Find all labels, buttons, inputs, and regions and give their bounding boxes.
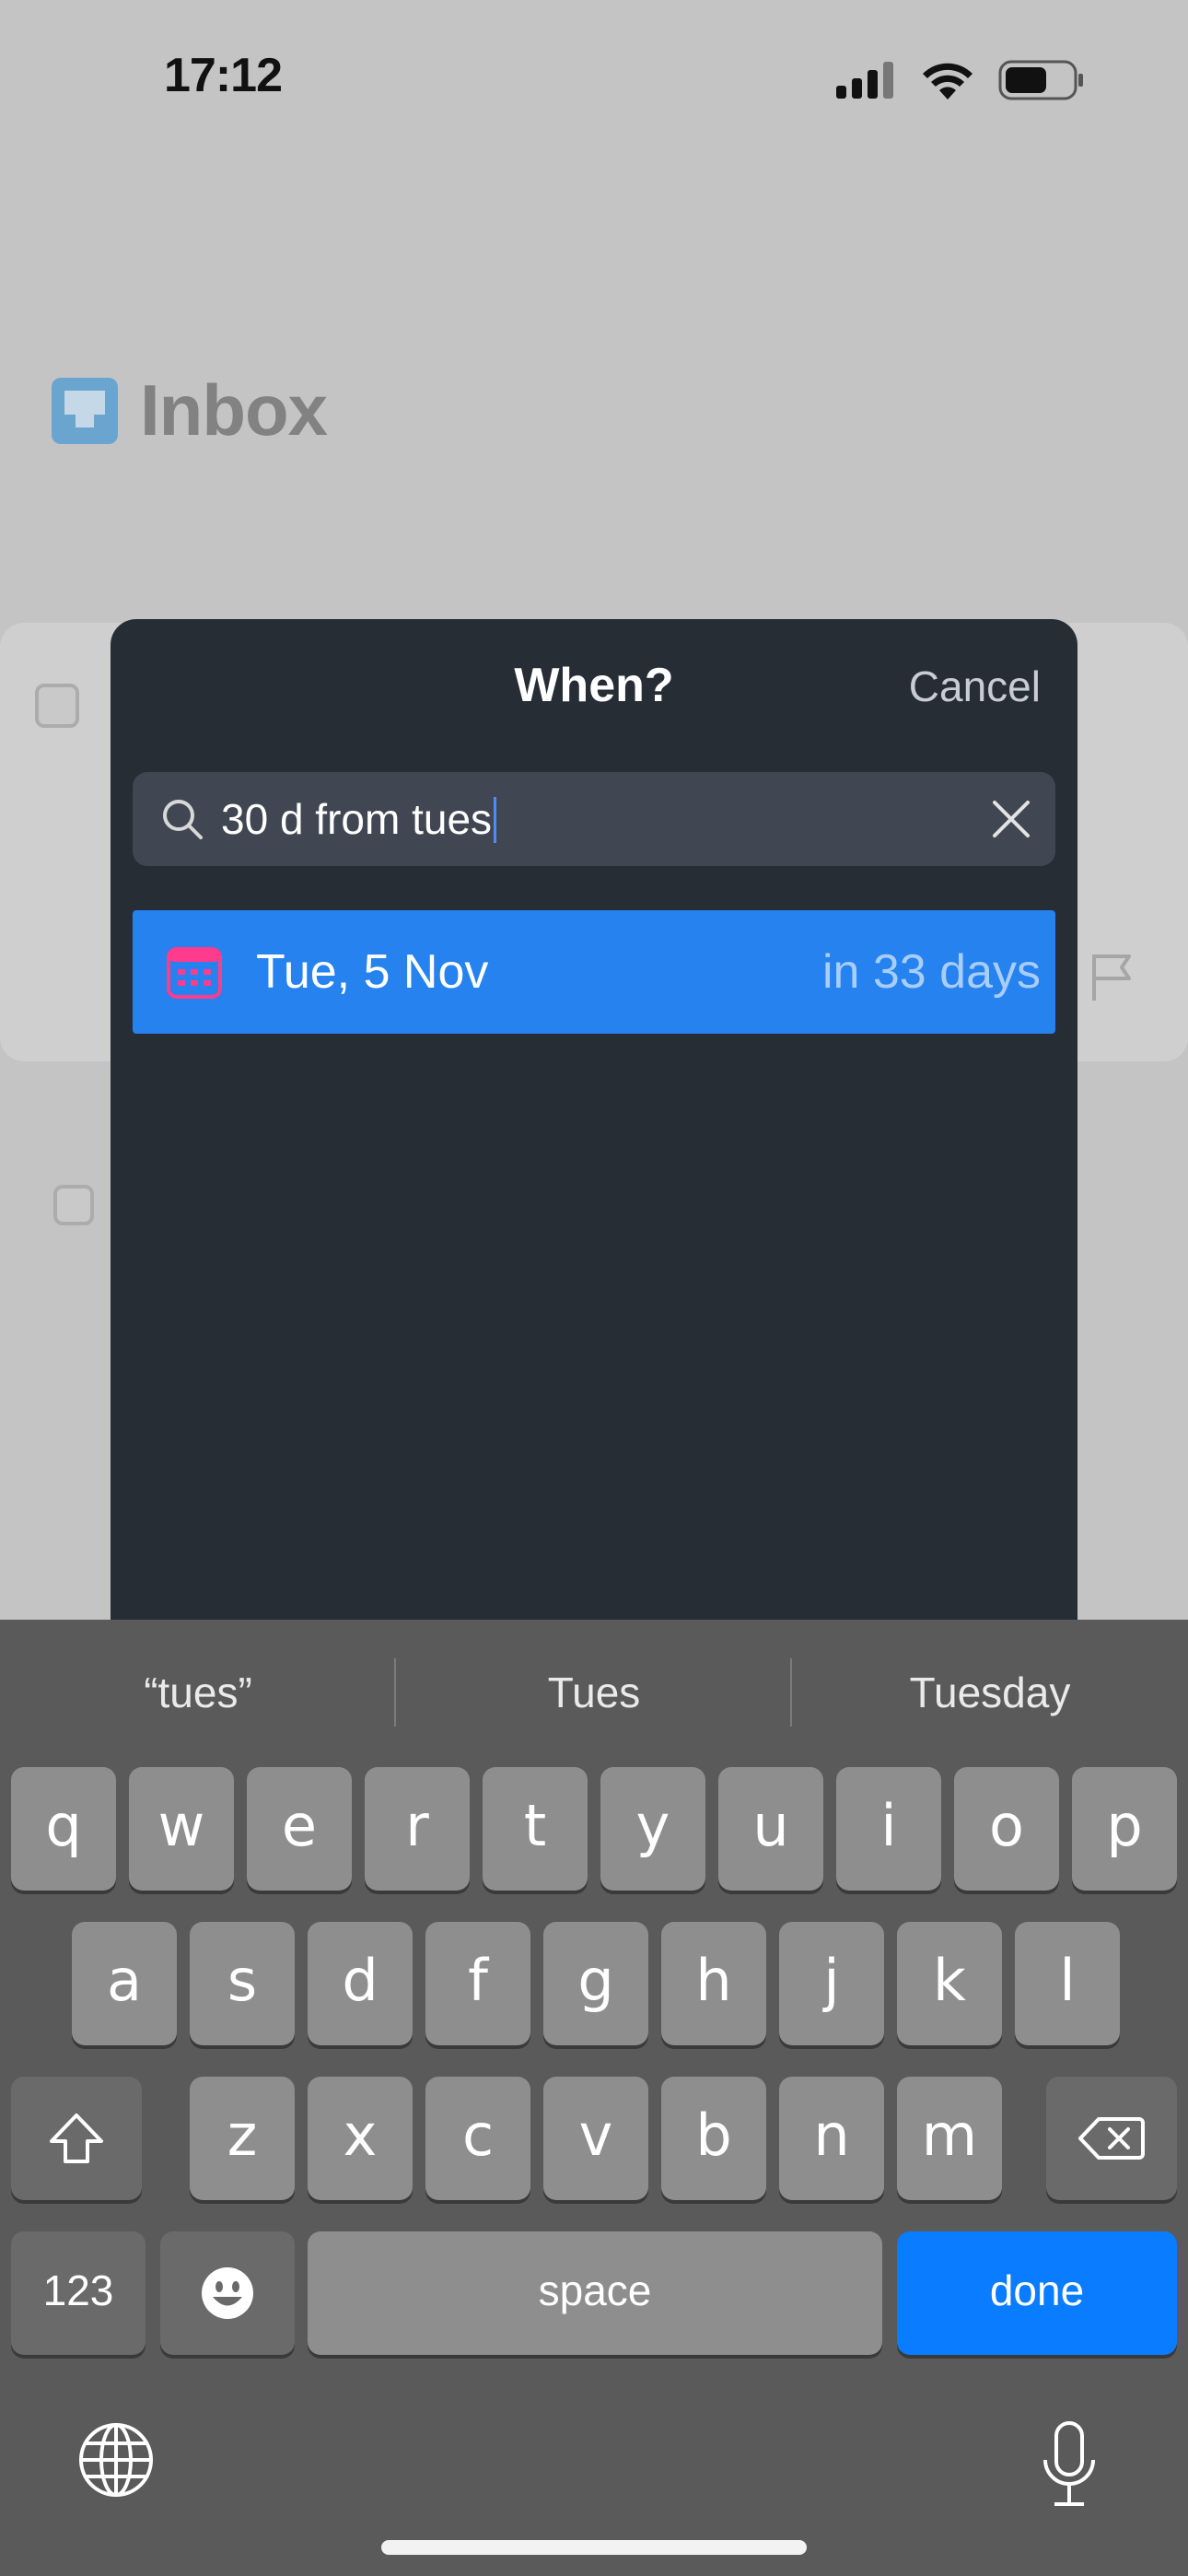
battery-icon [998, 60, 1083, 100]
key-t[interactable]: t [483, 1767, 588, 1891]
task-checkbox[interactable] [35, 684, 79, 728]
key-x[interactable]: x [308, 2077, 413, 2200]
suggestion-2[interactable]: Tues [396, 1657, 792, 1728]
backspace-key[interactable] [1046, 2077, 1177, 2200]
inbox-title: Inbox [140, 369, 328, 451]
key-s[interactable]: s [190, 1922, 295, 2045]
status-time: 17:12 [164, 49, 283, 102]
inbox-header: Inbox [52, 369, 328, 452]
cellular-signal-icon [836, 62, 893, 99]
cancel-button[interactable]: Cancel [909, 662, 1041, 711]
space-key[interactable]: space [308, 2231, 882, 2355]
result-date: Tue, 5 Nov [256, 945, 489, 999]
key-m[interactable]: m [897, 2077, 1002, 2200]
suggestion-bar: “tues” Tues Tuesday [0, 1620, 1188, 1765]
key-y[interactable]: y [600, 1767, 705, 1891]
emoji-key[interactable] [160, 2231, 295, 2355]
key-o[interactable]: o [954, 1767, 1059, 1891]
shift-icon [50, 2113, 103, 2163]
key-b[interactable]: b [661, 2077, 766, 2200]
key-w[interactable]: w [129, 1767, 234, 1891]
key-d[interactable]: d [308, 1922, 413, 2045]
numbers-key[interactable]: 123 [11, 2231, 146, 2355]
key-i[interactable]: i [836, 1767, 941, 1891]
home-indicator[interactable] [381, 2540, 807, 2555]
key-j[interactable]: j [779, 1922, 884, 2045]
calendar-icon [167, 947, 222, 999]
date-result-row[interactable]: Tue, 5 Nov in 33 days [133, 910, 1055, 1034]
shift-key[interactable] [11, 2077, 142, 2200]
key-f[interactable]: f [425, 1922, 530, 2045]
wifi-icon [923, 63, 973, 100]
text-caret [494, 796, 497, 843]
emoji-icon [202, 2267, 253, 2319]
key-n[interactable]: n [779, 2077, 884, 2200]
key-v[interactable]: v [543, 2077, 648, 2200]
search-input-value: 30 d from tues [221, 795, 493, 843]
key-k[interactable]: k [897, 1922, 1002, 2045]
task-checkbox[interactable] [53, 1185, 94, 1225]
flag-icon[interactable] [1089, 951, 1135, 1002]
result-relative-date: in 33 days [821, 945, 1041, 999]
key-g[interactable]: g [543, 1922, 648, 2045]
when-sheet: When? Cancel 30 d from tues Tue, 5 Nov i… [111, 619, 1077, 1669]
key-z[interactable]: z [190, 2077, 295, 2200]
key-a[interactable]: a [72, 1922, 177, 2045]
status-bar: 17:12 [0, 0, 1188, 157]
key-p[interactable]: p [1072, 1767, 1177, 1891]
microphone-icon[interactable] [1041, 2421, 1098, 2508]
status-icons [836, 57, 1085, 103]
key-r[interactable]: r [365, 1767, 470, 1891]
key-u[interactable]: u [718, 1767, 823, 1891]
suggestion-quoted[interactable]: “tues” [0, 1657, 396, 1728]
search-icon [163, 800, 203, 839]
suggestion-3[interactable]: Tuesday [792, 1657, 1188, 1728]
globe-icon[interactable] [77, 2421, 155, 2499]
key-h[interactable]: h [661, 1922, 766, 2045]
clear-search-icon[interactable] [991, 799, 1031, 839]
key-c[interactable]: c [425, 2077, 530, 2200]
backspace-icon [1078, 2117, 1145, 2160]
key-l[interactable]: l [1015, 1922, 1120, 2045]
search-field[interactable]: 30 d from tues [133, 772, 1055, 866]
done-key[interactable]: done [897, 2231, 1177, 2355]
search-input[interactable]: 30 d from tues [221, 772, 497, 866]
key-q[interactable]: q [11, 1767, 116, 1891]
key-e[interactable]: e [247, 1767, 352, 1891]
inbox-icon [52, 377, 118, 444]
